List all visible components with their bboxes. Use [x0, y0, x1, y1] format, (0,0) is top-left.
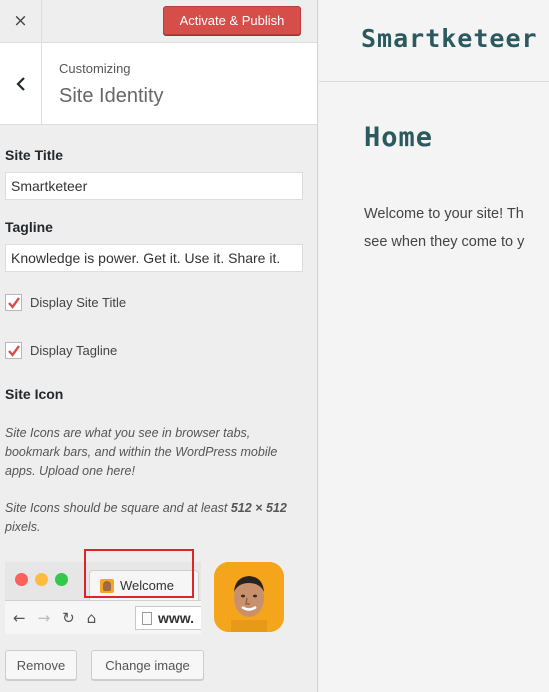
display-tagline-checkbox[interactable]: Display Tagline: [5, 342, 117, 359]
minimize-dot-icon: [35, 573, 48, 586]
favicon-icon: [100, 578, 114, 593]
site-title-input[interactable]: Smartketeer: [5, 172, 303, 200]
welcome-line-1: Welcome to your site! Th: [364, 206, 524, 222]
customizer-topbar: × Activate & Publish: [0, 0, 317, 43]
close-icon[interactable]: ×: [0, 0, 42, 42]
avatar-icon: [214, 562, 284, 632]
back-button[interactable]: [0, 43, 42, 124]
page-heading: Home: [364, 122, 434, 153]
site-name-link[interactable]: Smartketeer: [361, 24, 538, 53]
browser-mockup: Welcome ← → ↻ ⌂ www.: [5, 562, 201, 634]
url-text: www.: [158, 610, 195, 626]
forward-arrow-icon[interactable]: →: [38, 609, 51, 627]
customizing-label: Customizing: [59, 61, 131, 76]
site-icon-preview: Welcome ← → ↻ ⌂ www.: [5, 548, 295, 638]
checkbox-box[interactable]: [5, 342, 22, 359]
checkmark-icon: [7, 296, 20, 309]
display-site-title-checkbox[interactable]: Display Site Title: [5, 294, 126, 311]
checkbox-box[interactable]: [5, 294, 22, 311]
back-arrow-icon[interactable]: ←: [13, 609, 26, 627]
browser-tab-welcome[interactable]: Welcome: [89, 570, 199, 600]
home-icon[interactable]: ⌂: [87, 609, 97, 627]
site-icon-size-note: Site Icons should be square and at least…: [5, 501, 287, 534]
url-bar[interactable]: www.: [135, 606, 201, 630]
site-preview: Smartketeer Home Welcome to your site! T…: [319, 0, 549, 692]
section-header: Customizing Site Identity: [0, 43, 317, 125]
checkmark-icon: [7, 344, 20, 357]
activate-publish-button[interactable]: Activate & Publish: [163, 6, 301, 35]
tagline-label: Tagline: [5, 219, 53, 235]
page-icon: [142, 611, 152, 625]
chevron-left-icon: [15, 76, 25, 91]
welcome-line-2: see when they come to y: [364, 234, 525, 250]
browser-nav-row: ← → ↻ ⌂ www.: [5, 600, 201, 634]
close-dot-icon: [15, 573, 28, 586]
tab-label: Welcome: [120, 578, 174, 593]
zoom-dot-icon: [55, 573, 68, 586]
tagline-input[interactable]: Knowledge is power. Get it. Use it. Shar…: [5, 244, 303, 272]
display-site-title-label: Display Site Title: [30, 295, 127, 310]
remove-button[interactable]: Remove: [5, 650, 77, 680]
reload-icon[interactable]: ↻: [62, 609, 75, 627]
display-tagline-label: Display Tagline: [30, 343, 118, 358]
section-title: Site Identity: [59, 85, 164, 107]
site-title-label: Site Title: [5, 147, 64, 163]
site-header: Smartketeer: [319, 0, 549, 82]
customizer-sidebar: × Activate & Publish Customizing Site Id…: [0, 0, 318, 692]
site-icon-description: Site Icons are what you see in browser t…: [5, 426, 278, 478]
site-icon-image: [214, 562, 284, 632]
window-controls: [15, 573, 68, 586]
site-icon-label: Site Icon: [5, 386, 64, 402]
welcome-text: Welcome to your site! Th see when they c…: [364, 200, 549, 256]
change-image-button[interactable]: Change image: [91, 650, 204, 680]
